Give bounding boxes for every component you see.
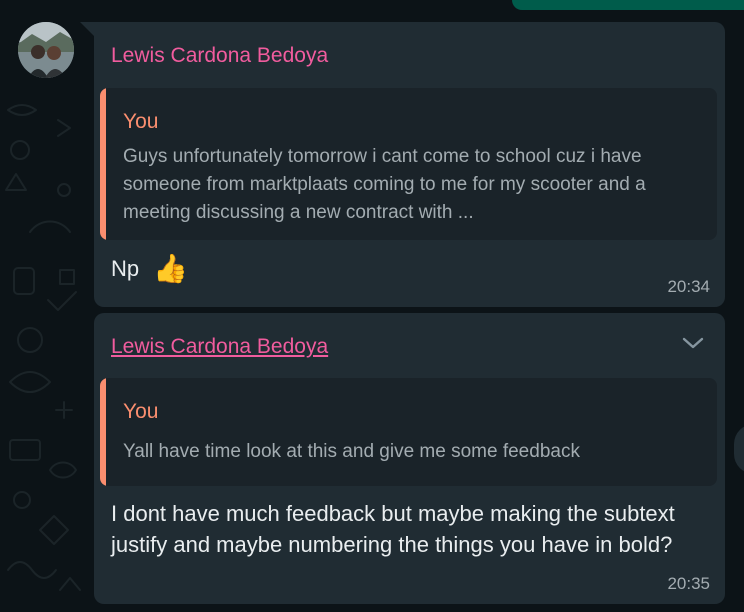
- message-timestamp: 20:35: [667, 574, 710, 593]
- quoted-text: Guys unfortunately tomorrow i cant come …: [123, 146, 646, 223]
- quote-accent-bar: [100, 378, 106, 486]
- message-text: I dont have much feedback but maybe maki…: [111, 501, 675, 557]
- quoted-message[interactable]: You Guys unfortunately tomorrow i cant c…: [100, 88, 717, 240]
- avatar-photo: [18, 22, 74, 78]
- outgoing-message-bubble-edge: [512, 0, 744, 10]
- message-text-row: Np 👍: [111, 253, 188, 284]
- quote-accent-bar: [100, 88, 106, 240]
- message-bubble[interactable]: Lewis Cardona Bedoya You Yall have time …: [94, 313, 725, 604]
- thumbs-up-emoji: 👍: [153, 252, 188, 284]
- quoted-author: You: [123, 110, 159, 133]
- message-bubble[interactable]: Lewis Cardona Bedoya You Guys unfortunat…: [94, 22, 725, 307]
- sender-name[interactable]: Lewis Cardona Bedoya: [111, 334, 328, 360]
- sender-name[interactable]: Lewis Cardona Bedoya: [111, 43, 328, 69]
- message-text: Np: [111, 256, 140, 281]
- contact-avatar[interactable]: [18, 22, 74, 78]
- reaction-button-edge[interactable]: [734, 424, 744, 474]
- bubble-tail: [80, 22, 94, 36]
- quoted-text: Yall have time look at this and give me …: [123, 441, 580, 462]
- message-timestamp: 20:34: [667, 277, 710, 296]
- chevron-down-icon[interactable]: [681, 335, 705, 351]
- quoted-message[interactable]: You Yall have time look at this and give…: [100, 378, 717, 486]
- quoted-author: You: [123, 400, 159, 423]
